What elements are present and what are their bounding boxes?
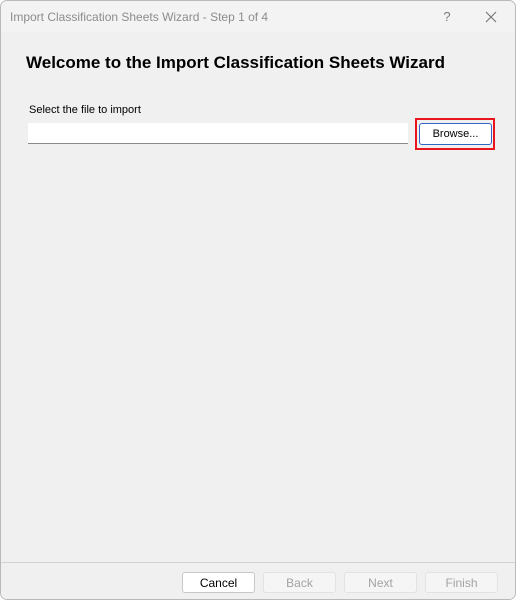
close-icon — [485, 11, 497, 22]
back-button[interactable]: Back — [263, 572, 336, 593]
wizard-footer: Cancel Back Next Finish — [1, 562, 515, 599]
title-bar: Import Classification Sheets Wizard - St… — [1, 1, 515, 32]
file-path-input[interactable] — [28, 123, 408, 144]
file-label: Select the file to import — [29, 104, 141, 116]
cancel-button[interactable]: Cancel — [182, 572, 255, 593]
next-button[interactable]: Next — [344, 572, 417, 593]
browse-button[interactable]: Browse... — [419, 123, 492, 145]
wizard-content: Welcome to the Import Classification She… — [1, 32, 515, 562]
page-title: Welcome to the Import Classification She… — [26, 53, 445, 72]
help-button[interactable]: ? — [425, 1, 469, 32]
wizard-dialog: Import Classification Sheets Wizard - St… — [0, 0, 516, 600]
finish-button[interactable]: Finish — [425, 572, 498, 593]
help-icon: ? — [443, 9, 451, 24]
close-button[interactable] — [469, 1, 513, 32]
window-title: Import Classification Sheets Wizard - St… — [10, 10, 269, 24]
